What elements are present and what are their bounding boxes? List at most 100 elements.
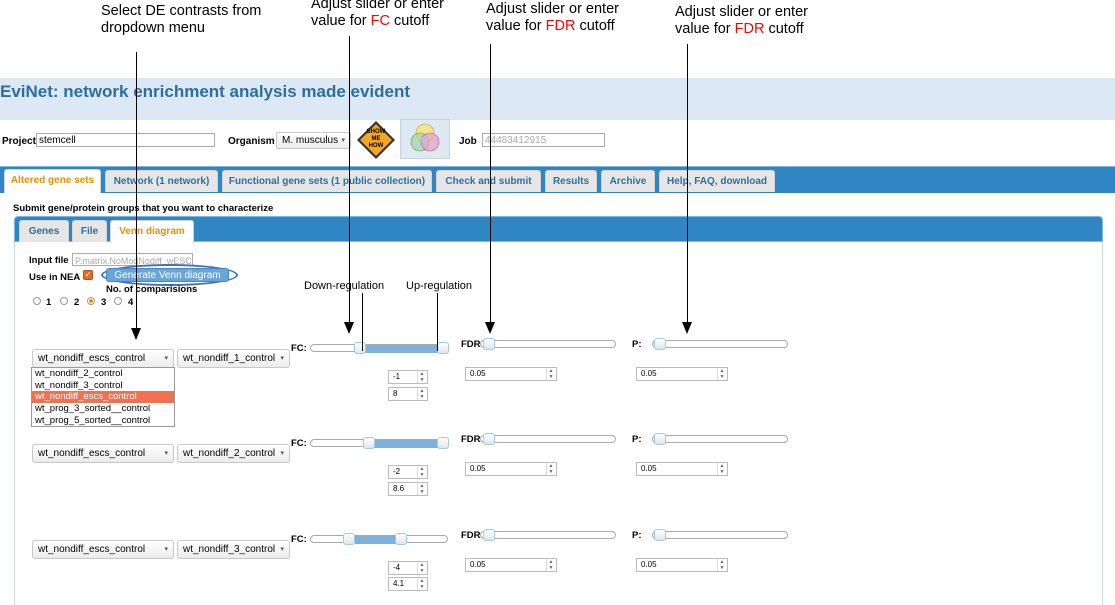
- tab-check-and-submit[interactable]: Check and submit: [436, 170, 541, 192]
- spin-arrows-icon[interactable]: ▲ ▼: [417, 388, 426, 400]
- dropdown-option[interactable]: wt_nondiff_2_control: [32, 368, 174, 380]
- tab-altered-gene-sets[interactable]: Altered gene sets: [4, 169, 101, 193]
- annotation-arrow-head-icon: [344, 322, 354, 334]
- spin-arrows-icon[interactable]: ▲ ▼: [417, 578, 426, 590]
- annotation-line: dropdown menu: [101, 20, 205, 36]
- p-input-3[interactable]: 0.05 ▲ ▼: [636, 558, 728, 572]
- spin-arrows-icon[interactable]: ▲ ▼: [417, 466, 426, 478]
- p-slider-handle[interactable]: [654, 529, 666, 541]
- p-slider-1[interactable]: [652, 338, 788, 350]
- tab-network[interactable]: Network (1 network): [105, 170, 218, 192]
- dropdown-option-selected[interactable]: wt_nondiff_escs_control: [32, 391, 174, 404]
- spin-arrows-icon[interactable]: ▲ ▼: [717, 368, 726, 380]
- job-input[interactable]: 44483412915: [482, 133, 605, 147]
- radio-3[interactable]: [87, 297, 95, 305]
- p-input-2[interactable]: 0.05 ▲ ▼: [636, 462, 728, 476]
- p-input-1[interactable]: 0.05 ▲ ▼: [636, 367, 728, 381]
- subtab-venn-diagram[interactable]: Venn diagram: [110, 220, 194, 243]
- fdr-slider-handle[interactable]: [483, 433, 495, 445]
- fc-high-input-1[interactable]: 8 ▲ ▼: [388, 387, 428, 401]
- spin-arrows-icon[interactable]: ▲ ▼: [417, 371, 426, 383]
- spin-arrows-icon[interactable]: ▲ ▼: [717, 463, 726, 475]
- comparison-3-left-select[interactable]: wt_nondiff_escs_control ▾: [32, 540, 174, 559]
- fdr-slider-3[interactable]: [480, 529, 616, 541]
- comparison-1-right-select[interactable]: wt_nondiff_1_control ▾: [177, 349, 290, 368]
- comparison-1-left-select[interactable]: wt_nondiff_escs_control ▾: [32, 349, 174, 368]
- venn-diagram-icon-button[interactable]: [400, 119, 450, 159]
- fc-low-input-3[interactable]: -4 ▲ ▼: [388, 561, 428, 575]
- dropdown-option[interactable]: wt_prog_3_sorted__control: [32, 403, 174, 415]
- comparison-2-left-select[interactable]: wt_nondiff_escs_control ▾: [32, 444, 174, 463]
- comparison-2-right-select[interactable]: wt_nondiff_2_control ▾: [177, 444, 290, 463]
- fdr-input-2[interactable]: 0.05 ▲ ▼: [465, 462, 557, 476]
- up-regulation-label: Up-regulation: [406, 280, 473, 292]
- fc-slider-low-handle[interactable]: [354, 342, 366, 354]
- fc-high-input-2[interactable]: 8.6 ▲ ▼: [388, 482, 428, 496]
- organism-select[interactable]: M. musculus ▾: [276, 132, 351, 149]
- p-slider-handle[interactable]: [654, 433, 666, 445]
- annotation-arrow-line: [490, 44, 491, 323]
- tab-archive[interactable]: Archive: [601, 170, 655, 192]
- spin-arrows-icon[interactable]: ▲ ▼: [546, 368, 555, 380]
- spin-arrows-icon[interactable]: ▲ ▼: [417, 483, 426, 495]
- fc-slider-2[interactable]: [310, 437, 449, 449]
- fc-slider-range: [359, 345, 445, 353]
- comparison-dropdown-list[interactable]: wt_nondiff_2_control wt_nondiff_3_contro…: [31, 367, 175, 428]
- annotation-highlight: FC: [370, 13, 390, 29]
- show-me-how-button[interactable]: SHOW ME HOW: [356, 120, 396, 160]
- no-comparisons-label: No. of comparisions: [106, 284, 198, 295]
- select-value: wt_nondiff_escs_control: [38, 544, 146, 555]
- select-value: wt_nondiff_1_control: [183, 353, 276, 364]
- fdr-input-3[interactable]: 0.05 ▲ ▼: [465, 558, 557, 572]
- chevron-down-icon: ▾: [164, 546, 168, 553]
- organism-label: Organism: [228, 136, 275, 147]
- p-slider-handle[interactable]: [654, 338, 666, 350]
- annotation-arrow-head-icon: [131, 328, 141, 340]
- spin-arrows-icon[interactable]: ▲ ▼: [546, 559, 555, 571]
- spin-arrows-icon[interactable]: ▲ ▼: [546, 463, 555, 475]
- p-slider-3[interactable]: [652, 529, 788, 541]
- fc-slider-high-handle[interactable]: [437, 342, 449, 354]
- fc-low-input-2[interactable]: -2 ▲ ▼: [388, 465, 428, 479]
- subtab-file[interactable]: File: [72, 220, 107, 242]
- p-slider-2[interactable]: [652, 433, 788, 445]
- spin-value: 0.05: [470, 369, 486, 378]
- spin-arrows-icon[interactable]: ▲ ▼: [717, 559, 726, 571]
- radio-2[interactable]: [60, 297, 68, 305]
- fc-slider-3[interactable]: [310, 533, 448, 545]
- spin-arrows-icon[interactable]: ▲ ▼: [417, 562, 426, 574]
- organism-value: M. musculus: [282, 135, 339, 146]
- fc-slider-high-handle[interactable]: [437, 437, 449, 449]
- subtab-genes[interactable]: Genes: [19, 220, 69, 242]
- fdr-slider-1[interactable]: [480, 338, 616, 350]
- annotation-text: value for: [486, 18, 546, 34]
- fdr-slider-2[interactable]: [480, 433, 616, 445]
- radio-4[interactable]: [114, 297, 122, 305]
- dropdown-option[interactable]: wt_prog_5_sorted__control: [32, 415, 174, 427]
- annotation-line: Select DE contrasts from: [101, 3, 262, 19]
- fc-high-input-3[interactable]: 4.1 ▲ ▼: [388, 577, 428, 591]
- comparison-3-right-select[interactable]: wt_nondiff_3_control ▾: [177, 540, 290, 559]
- fc-slider-1[interactable]: [310, 342, 449, 354]
- project-input[interactable]: stemcell: [36, 133, 215, 147]
- fc-low-input-1[interactable]: -1 ▲ ▼: [388, 370, 428, 384]
- fc-slider-low-handle[interactable]: [343, 533, 355, 545]
- spin-value: -4: [393, 563, 401, 572]
- generate-venn-diagram-button[interactable]: Generate Venn diagram: [106, 268, 229, 282]
- use-in-nea-checkbox[interactable]: ✓: [83, 270, 93, 280]
- radio-1[interactable]: [33, 297, 41, 305]
- chevron-down-icon: ▾: [280, 546, 284, 553]
- tab-functional-gene-sets[interactable]: Functional gene sets (1 public collectio…: [222, 170, 432, 192]
- fc-slider-high-handle[interactable]: [395, 533, 407, 545]
- p-label: P:: [632, 530, 642, 541]
- annotation-text: cutoff: [390, 13, 430, 29]
- tab-help-faq-download[interactable]: Help, FAQ, download: [659, 170, 775, 192]
- fdr-slider-handle[interactable]: [483, 338, 495, 350]
- fdr-input-1[interactable]: 0.05 ▲ ▼: [465, 367, 557, 381]
- tab-results[interactable]: Results: [545, 170, 597, 192]
- fdr-slider-handle[interactable]: [483, 529, 495, 541]
- dropdown-option[interactable]: wt_nondiff_3_control: [32, 380, 174, 392]
- fc-slider-low-handle[interactable]: [363, 437, 375, 449]
- annotation-highlight: FDR: [734, 21, 765, 37]
- show-me-how-line: HOW: [368, 143, 384, 149]
